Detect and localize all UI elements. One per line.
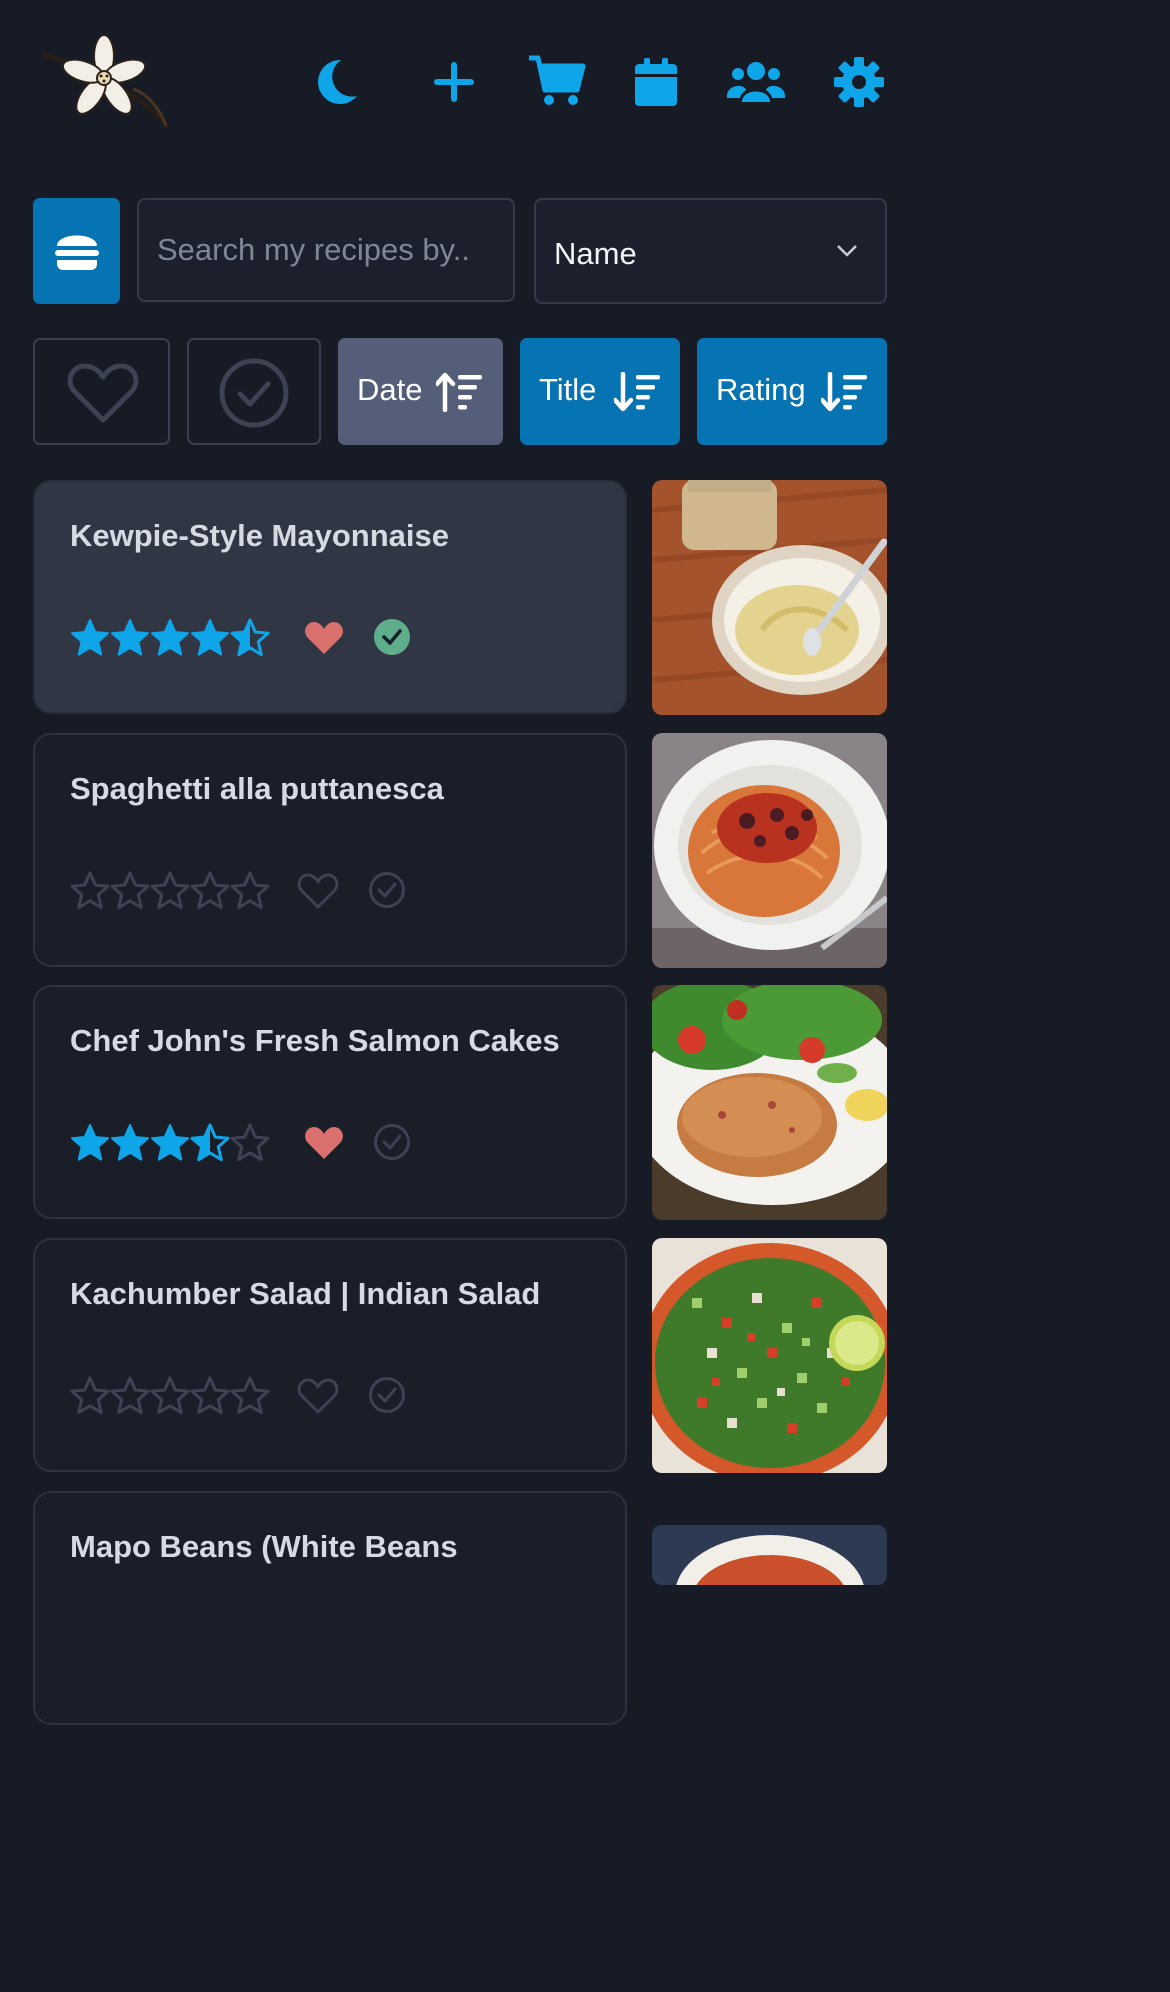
star-empty-icon[interactable] — [190, 871, 230, 911]
cooked-filter-button[interactable] — [187, 338, 321, 445]
recipe-image[interactable] — [652, 985, 887, 1220]
star-empty-icon[interactable] — [190, 1376, 230, 1416]
sort-descending-icon — [821, 372, 867, 412]
heart-icon — [67, 363, 139, 423]
category-filter-button[interactable] — [33, 198, 120, 304]
sort-ascending-icon — [436, 372, 482, 412]
favorite-heart-icon[interactable] — [297, 1375, 339, 1417]
recipe-card[interactable]: Chef John's Fresh Salmon Cakes — [33, 985, 627, 1219]
star-empty-icon[interactable] — [110, 1376, 150, 1416]
star-full-icon[interactable] — [110, 618, 150, 658]
recipe-image[interactable] — [652, 1525, 887, 1585]
search-input[interactable] — [137, 198, 515, 302]
recipe-title: Chef John's Fresh Salmon Cakes — [70, 1023, 560, 1058]
star-empty-icon[interactable] — [70, 871, 110, 911]
recipe-title: Kewpie-Style Mayonnaise — [70, 518, 450, 553]
recipe-card[interactable]: Kachumber Salad | Indian Salad — [33, 1238, 627, 1472]
recipe-image[interactable] — [652, 480, 887, 715]
star-empty-icon[interactable] — [110, 871, 150, 911]
recipe-image[interactable] — [652, 733, 887, 968]
star-half-icon[interactable] — [230, 618, 270, 658]
recipe-title: Spaghetti alla puttanesca — [70, 771, 444, 806]
app-logo[interactable] — [38, 34, 174, 134]
favorites-filter-button[interactable] — [33, 338, 170, 445]
sort-descending-icon — [614, 372, 660, 412]
favorite-heart-icon[interactable] — [303, 617, 345, 659]
star-full-icon[interactable] — [150, 618, 190, 658]
star-empty-icon[interactable] — [230, 1376, 270, 1416]
sort-date-button[interactable]: Date — [338, 338, 503, 445]
favorite-heart-icon[interactable] — [297, 870, 339, 912]
users-icon[interactable] — [726, 52, 786, 112]
cooked-check-icon[interactable] — [372, 1122, 412, 1162]
star-full-icon[interactable] — [70, 1123, 110, 1163]
sort-field-value: Name — [554, 236, 637, 271]
check-circle-icon — [219, 358, 289, 428]
cooked-check-icon[interactable] — [367, 1375, 407, 1415]
sort-field-select[interactable]: Name — [534, 198, 887, 304]
gear-icon[interactable] — [829, 52, 889, 112]
recipe-title: Mapo Beans (White Beans — [70, 1529, 458, 1564]
moon-icon[interactable] — [307, 52, 367, 112]
recipe-title: Kachumber Salad | Indian Salad — [70, 1276, 541, 1311]
recipe-image[interactable] — [652, 1238, 887, 1473]
favorite-heart-icon[interactable] — [303, 1122, 345, 1164]
recipe-card[interactable]: Mapo Beans (White Beans — [33, 1491, 627, 1725]
star-full-icon[interactable] — [150, 1123, 190, 1163]
burger-icon — [55, 235, 99, 270]
cooked-check-icon[interactable] — [372, 617, 412, 657]
sort-title-button[interactable]: Title — [520, 338, 680, 445]
sort-date-label: Date — [357, 372, 423, 407]
cart-icon[interactable] — [527, 52, 587, 112]
recipe-card[interactable]: Kewpie-Style Mayonnaise — [33, 480, 627, 714]
star-full-icon[interactable] — [190, 618, 230, 658]
star-empty-icon[interactable] — [150, 871, 190, 911]
star-empty-icon[interactable] — [230, 871, 270, 911]
star-full-icon[interactable] — [110, 1123, 150, 1163]
sort-rating-label: Rating — [716, 372, 806, 407]
cooked-check-icon[interactable] — [367, 870, 407, 910]
plus-icon[interactable] — [424, 52, 484, 112]
sort-title-label: Title — [539, 372, 597, 407]
calendar-icon[interactable] — [626, 52, 686, 112]
star-full-icon[interactable] — [70, 618, 110, 658]
chevron-down-icon — [837, 245, 857, 257]
sort-rating-button[interactable]: Rating — [697, 338, 887, 445]
star-half-icon[interactable] — [190, 1123, 230, 1163]
star-empty-icon[interactable] — [70, 1376, 110, 1416]
star-empty-icon[interactable] — [230, 1123, 270, 1163]
star-empty-icon[interactable] — [150, 1376, 190, 1416]
recipe-card[interactable]: Spaghetti alla puttanesca — [33, 733, 627, 967]
